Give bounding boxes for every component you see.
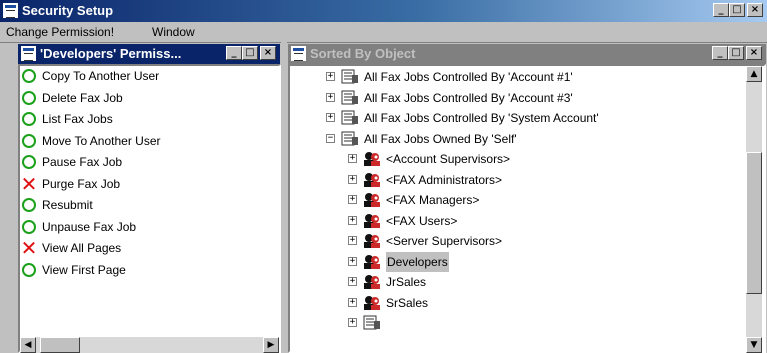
tree-node-label: All Fax Jobs Owned By 'Self' [364,131,517,146]
maximize-icon[interactable]: □ [729,3,745,17]
scroll-left-icon[interactable]: ◀ [20,337,36,353]
maximize-icon[interactable]: □ [728,46,744,60]
tree-node-label: <FAX Users> [386,213,458,228]
permission-label: List Fax Jobs [42,112,113,126]
user-group-icon [362,295,382,311]
allowed-icon [22,262,36,277]
tree-node-label: SrSales [386,295,429,310]
fax-jobs-icon [362,315,382,331]
allowed-icon [22,112,36,126]
tree-node-label: All Fax Jobs Controlled By 'Account #1' [364,70,573,84]
menu-change-permission[interactable]: Change Permission! [6,25,114,39]
user-group-icon [362,172,382,188]
menu-window[interactable]: Window [152,25,195,39]
denied-icon: ✕ [20,236,38,260]
horizontal-scrollbar[interactable]: ◀ ▶ [20,337,279,353]
scroll-up-icon[interactable]: ▲ [746,66,762,82]
object-pane-title: Sorted By Object [310,46,416,61]
pane-controls: _ □ × [712,46,762,60]
denied-icon: ✕ [20,171,38,196]
permission-label: Delete Fax Job [42,90,123,105]
allowed-icon [22,155,36,169]
scroll-down-icon[interactable]: ▼ [746,337,762,353]
allowed-icon [22,133,36,148]
minimize-icon[interactable]: _ [713,3,729,17]
allowed-icon [22,198,36,212]
allowed-icon [22,219,36,234]
expand-icon[interactable]: + [348,256,357,266]
expand-icon[interactable]: + [348,154,357,163]
fax-jobs-icon [340,69,360,85]
fax-jobs-icon [340,131,360,147]
tree-node-label: <Account Supervisors> [386,152,511,166]
window-title: Security Setup [22,3,114,18]
expand-icon[interactable]: + [326,92,335,102]
expand-icon[interactable]: + [348,318,357,327]
expand-icon[interactable]: + [348,297,357,307]
expand-icon[interactable]: + [348,174,357,184]
expand-icon[interactable]: + [348,236,357,245]
expand-icon[interactable]: + [326,113,335,122]
permission-label: View All Pages [42,241,122,255]
tree-node-label: <Server Supervisors> [386,234,503,248]
permission-label: View First Page [42,262,126,277]
expand-icon[interactable]: + [348,215,357,225]
permissions-pane-titlebar[interactable]: 'Developers' Permiss... _ □ × [18,44,280,64]
close-icon[interactable]: × [746,46,762,60]
vertical-scrollbar[interactable]: ▲ ▼ [746,66,762,353]
user-group-icon [362,213,382,229]
user-group-icon [362,233,382,249]
close-icon[interactable]: × [260,46,276,60]
expand-icon[interactable]: + [326,72,335,81]
user-group-icon [362,254,382,270]
tree-node-label: Developers [386,251,449,272]
permission-label: Move To Another User [42,133,161,148]
tree-node-label: <FAX Administrators> [386,172,503,187]
allowed-icon [22,69,36,83]
pane-divider[interactable] [281,42,287,353]
expand-icon[interactable]: + [348,195,357,204]
scroll-thumb[interactable] [746,152,762,294]
permission-label: Resubmit [42,198,93,212]
allowed-icon [22,90,36,105]
app-icon [3,3,18,18]
window-titlebar[interactable]: Security Setup _ □ × [0,0,767,22]
expand-icon[interactable]: + [348,277,357,286]
pane-controls: _ □ × [226,46,276,60]
user-group-icon [362,274,382,290]
minimize-icon[interactable]: _ [712,46,728,60]
minimize-icon[interactable]: _ [226,46,242,60]
permission-label: Pause Fax Job [42,155,123,169]
user-group-icon [362,192,382,208]
scroll-right-icon[interactable]: ▶ [263,337,279,353]
fax-jobs-icon [340,110,360,126]
tree-node-label: All Fax Jobs Controlled By 'Account #3' [364,90,573,105]
permission-label: Purge Fax Job [42,176,121,191]
permission-label: Copy To Another User [42,69,160,83]
close-icon[interactable]: × [747,3,763,17]
collapse-icon[interactable]: − [326,133,335,143]
user-group-icon [362,151,382,167]
maximize-icon[interactable]: □ [242,46,258,60]
fax-jobs-icon [340,90,360,106]
menu-bar: Change Permission! Window [0,22,767,43]
permissions-pane-title: 'Developers' Permiss... [40,46,182,61]
tree-node-label: JrSales [386,275,427,289]
permission-label: Unpause Fax Job [42,219,137,234]
object-pane-titlebar[interactable]: Sorted By Object _ □ × [288,44,766,64]
window-controls: _ □ × [713,3,763,17]
scroll-thumb[interactable] [40,337,80,353]
tree-node-label: <FAX Managers> [386,193,480,207]
pane-icon [21,46,36,61]
tree-node-label: All Fax Jobs Controlled By 'System Accou… [364,111,599,125]
pane-icon [291,46,306,61]
